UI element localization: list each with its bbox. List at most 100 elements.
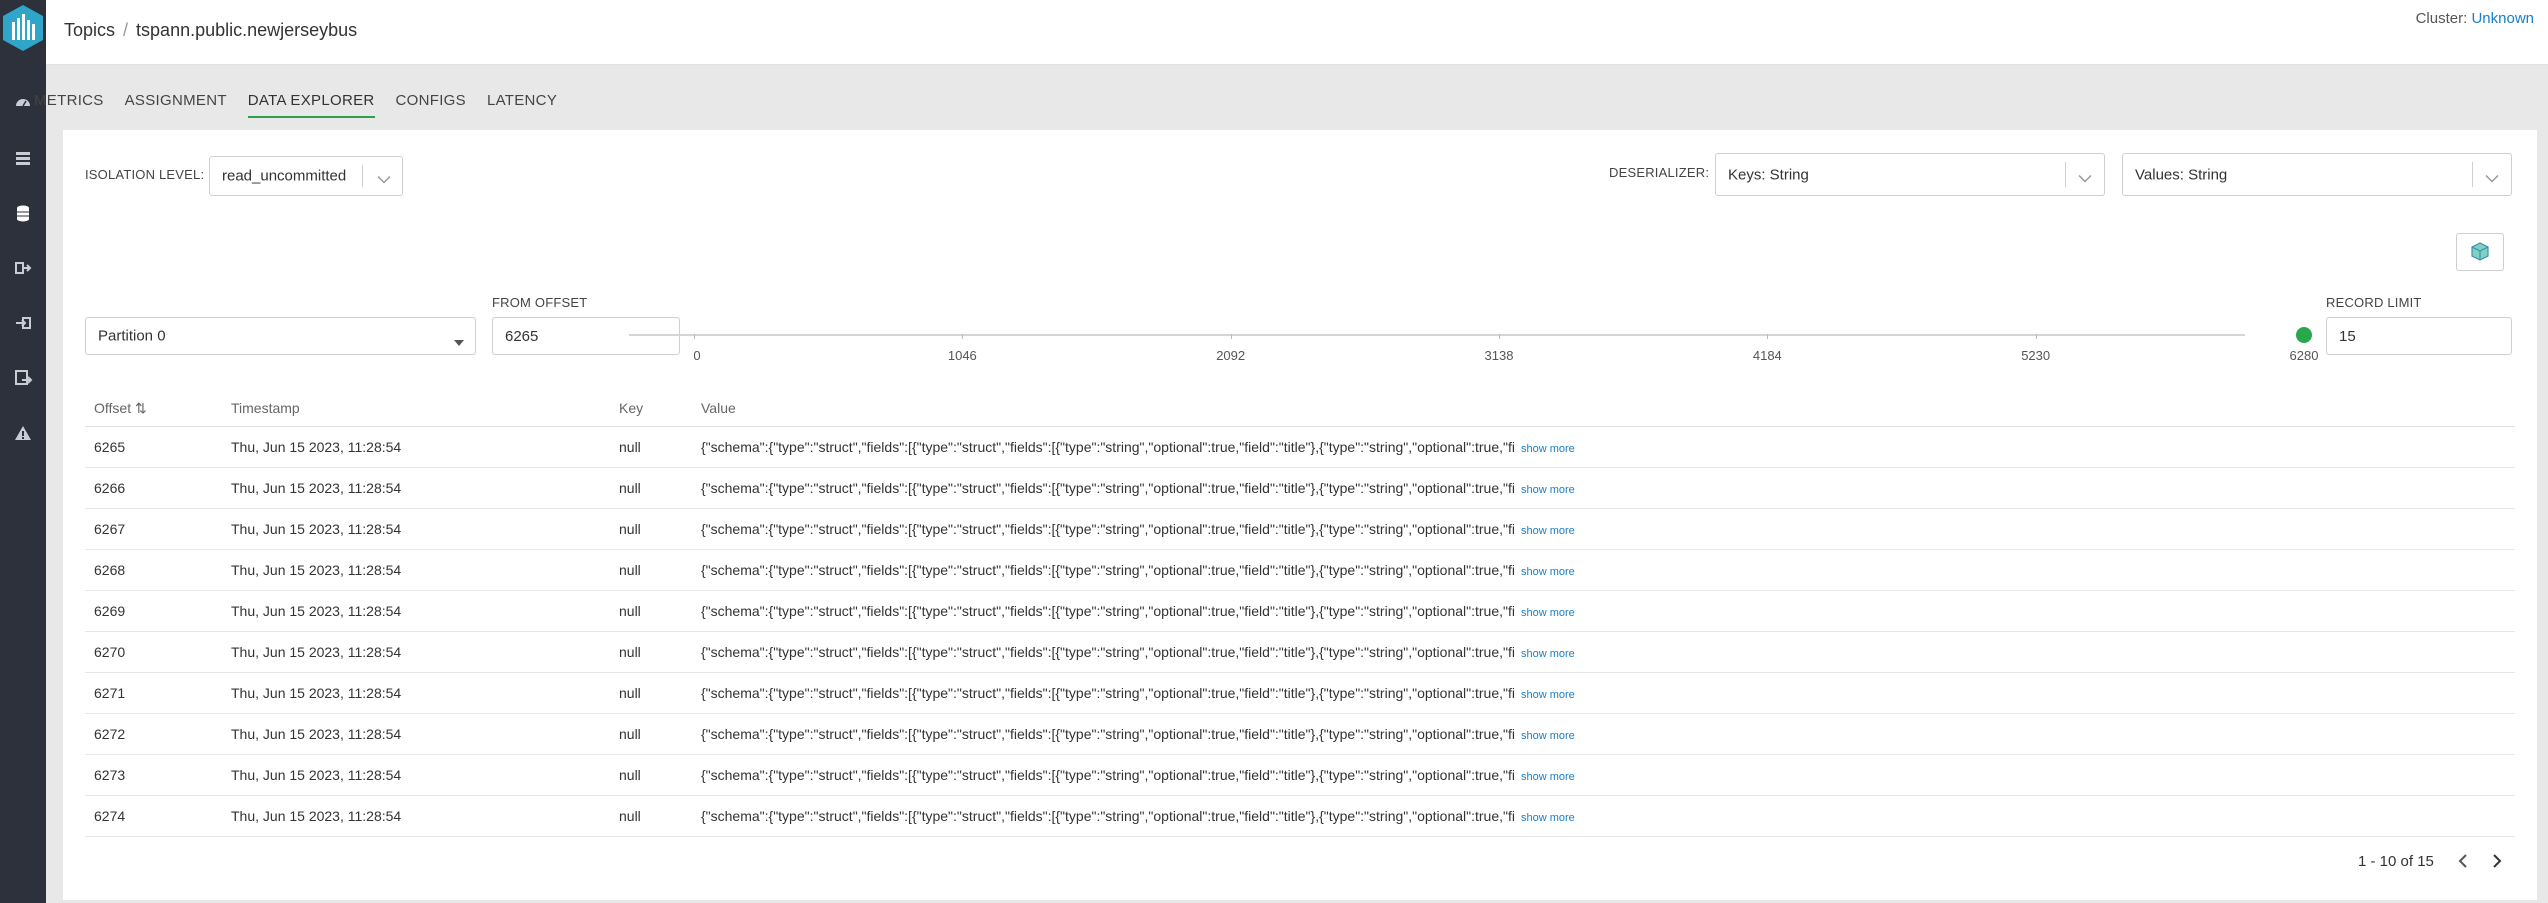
- show-more-link[interactable]: show more: [1521, 730, 1575, 742]
- key-cell: null: [619, 603, 641, 619]
- warning-icon[interactable]: [13, 423, 33, 443]
- top-bar: Topics / tspann.public.newjerseybus Cluste…: [46, 0, 2548, 65]
- value-text: {"schema":{"type":"struct","fields":[{"t…: [701, 480, 1515, 496]
- isolation-level-value: read_uncommitted: [222, 167, 347, 185]
- timestamp-cell: Thu, Jun 15 2023, 11:28:54: [231, 603, 402, 619]
- show-more-link[interactable]: show more: [1521, 812, 1575, 824]
- values-deserializer-select[interactable]: Values: String: [2122, 153, 2512, 196]
- value-cell: {"schema":{"type":"struct","fields":[{"t…: [701, 808, 1575, 824]
- messages-table: Offset ⇅ Timestamp Key Value 6265 Thu, Ju…: [85, 392, 2515, 837]
- table-row[interactable]: 6269 Thu, Jun 15 2023, 11:28:54 null {"sche…: [85, 591, 2515, 632]
- slider-tick: [2035, 334, 2037, 339]
- breadcrumb: Topics / tspann.public.newjerseybus: [64, 20, 357, 41]
- timestamp-cell: Thu, Jun 15 2023, 11:28:54: [231, 726, 402, 742]
- pagination-summary: 1 - 10 of 15: [2358, 853, 2434, 870]
- slider-handle[interactable]: [2296, 327, 2312, 343]
- timestamp-cell: Thu, Jun 15 2023, 11:28:54: [231, 439, 402, 455]
- cube-icon: [2471, 242, 2489, 261]
- offset-column-header[interactable]: Offset ⇅: [94, 400, 147, 417]
- keys-deserializer-select[interactable]: Keys: String: [1715, 153, 2105, 196]
- show-more-link[interactable]: show more: [1521, 771, 1575, 783]
- value-cell: {"schema":{"type":"struct","fields":[{"t…: [701, 521, 1575, 537]
- chevron-down-icon: [377, 172, 391, 184]
- key-cell: null: [619, 685, 641, 701]
- breadcrumb-separator: /: [123, 20, 129, 40]
- database-icon[interactable]: [13, 203, 33, 223]
- caret-down-icon: [454, 333, 464, 346]
- topic-tabs: METRICS ASSIGNMENT DATA EXPLORER CONFIGS…: [34, 84, 578, 118]
- table-row[interactable]: 6265 Thu, Jun 15 2023, 11:28:54 null {"sche…: [85, 427, 2515, 468]
- tab-data-explorer[interactable]: DATA EXPLORER: [247, 84, 375, 118]
- consumer-icon[interactable]: [13, 313, 33, 333]
- timestamp-cell: Thu, Jun 15 2023, 11:28:54: [231, 767, 402, 783]
- dashboard-icon[interactable]: [13, 93, 33, 113]
- chevron-down-icon: [2485, 170, 2499, 183]
- value-cell: {"schema":{"type":"struct","fields":[{"t…: [701, 767, 1575, 783]
- slider-tick-label: 5230: [2021, 348, 2051, 363]
- table-row[interactable]: 6273 Thu, Jun 15 2023, 11:28:54 null {"sche…: [85, 755, 2515, 796]
- tab-assignment[interactable]: ASSIGNMENT: [125, 84, 227, 118]
- topics-list-icon[interactable]: [13, 148, 33, 168]
- show-more-link[interactable]: show more: [1521, 607, 1575, 619]
- table-row[interactable]: 6272 Thu, Jun 15 2023, 11:28:54 null {"sche…: [85, 714, 2515, 755]
- show-more-link[interactable]: show more: [1521, 484, 1575, 496]
- offset-cell: 6268: [94, 562, 126, 578]
- deserializer-label: DESERIALIZER:: [1609, 165, 1710, 180]
- table-row[interactable]: 6266 Thu, Jun 15 2023, 11:28:54 null {"sche…: [85, 468, 2515, 509]
- table-row[interactable]: 6270 Thu, Jun 15 2023, 11:28:54 null {"sche…: [85, 632, 2515, 673]
- key-cell: null: [619, 562, 641, 578]
- value-text: {"schema":{"type":"struct","fields":[{"t…: [701, 521, 1515, 537]
- prev-page-button[interactable]: [2455, 852, 2473, 870]
- show-more-link[interactable]: show more: [1521, 443, 1575, 455]
- isolation-level-select[interactable]: read_uncommitted: [209, 156, 403, 196]
- from-offset-label: FROM OFFSET: [492, 295, 588, 310]
- show-more-link[interactable]: show more: [1521, 566, 1575, 578]
- tab-metrics[interactable]: METRICS: [34, 84, 104, 118]
- slider-tick: [694, 334, 695, 339]
- record-limit-input[interactable]: 15: [2326, 317, 2512, 355]
- timestamp-column-header: Timestamp: [231, 400, 300, 416]
- table-body: 6265 Thu, Jun 15 2023, 11:28:54 null {"sche…: [85, 427, 2515, 837]
- tab-latency[interactable]: LATENCY: [487, 84, 557, 118]
- show-more-link[interactable]: show more: [1521, 689, 1575, 701]
- key-cell: null: [619, 808, 641, 824]
- export-button[interactable]: [2456, 233, 2504, 271]
- sidebar: [0, 0, 46, 903]
- timestamp-cell: Thu, Jun 15 2023, 11:28:54: [231, 644, 402, 660]
- value-cell: {"schema":{"type":"struct","fields":[{"t…: [701, 439, 1575, 455]
- table-row[interactable]: 6267 Thu, Jun 15 2023, 11:28:54 null {"sche…: [85, 509, 2515, 550]
- breadcrumb-topics-link[interactable]: Topics: [64, 20, 115, 40]
- table-row[interactable]: 6268 Thu, Jun 15 2023, 11:28:54 null {"sche…: [85, 550, 2515, 591]
- partition-select[interactable]: Partition 0: [85, 317, 476, 355]
- connectors-icon[interactable]: [13, 368, 33, 388]
- value-cell: {"schema":{"type":"struct","fields":[{"t…: [701, 603, 1575, 619]
- next-page-button[interactable]: [2487, 852, 2505, 870]
- tab-configs[interactable]: CONFIGS: [396, 84, 466, 118]
- value-text: {"schema":{"type":"struct","fields":[{"t…: [701, 439, 1515, 455]
- table-row[interactable]: 6274 Thu, Jun 15 2023, 11:28:54 null {"sche…: [85, 796, 2515, 837]
- table-row[interactable]: 6271 Thu, Jun 15 2023, 11:28:54 null {"sche…: [85, 673, 2515, 714]
- offset-cell: 6266: [94, 480, 126, 496]
- record-limit-label: RECORD LIMIT: [2326, 295, 2422, 310]
- show-more-link[interactable]: show more: [1521, 525, 1575, 537]
- from-offset-input[interactable]: 6265: [492, 317, 680, 355]
- slider-tick-label: 3138: [1484, 348, 1514, 363]
- slider-tick: [1767, 334, 1769, 339]
- app-logo[interactable]: [0, 0, 46, 60]
- isolation-level-label: ISOLATION LEVEL:: [85, 167, 205, 182]
- partition-value: Partition 0: [98, 327, 166, 345]
- slider-tick: [962, 334, 964, 339]
- cluster-value-link[interactable]: Unknown: [2471, 10, 2534, 27]
- value-text: {"schema":{"type":"struct","fields":[{"t…: [701, 767, 1515, 783]
- value-cell: {"schema":{"type":"struct","fields":[{"t…: [701, 685, 1575, 701]
- value-text: {"schema":{"type":"struct","fields":[{"t…: [701, 562, 1515, 578]
- table-header: Offset ⇅ Timestamp Key Value: [85, 392, 2515, 427]
- producer-icon[interactable]: [13, 258, 33, 278]
- value-text: {"schema":{"type":"struct","fields":[{"t…: [701, 808, 1515, 824]
- key-cell: null: [619, 521, 641, 537]
- slider-track[interactable]: [629, 334, 2245, 336]
- offset-cell: 6270: [94, 644, 126, 660]
- value-column-header: Value: [701, 400, 736, 416]
- show-more-link[interactable]: show more: [1521, 648, 1575, 660]
- sort-icon[interactable]: ⇅: [135, 400, 147, 416]
